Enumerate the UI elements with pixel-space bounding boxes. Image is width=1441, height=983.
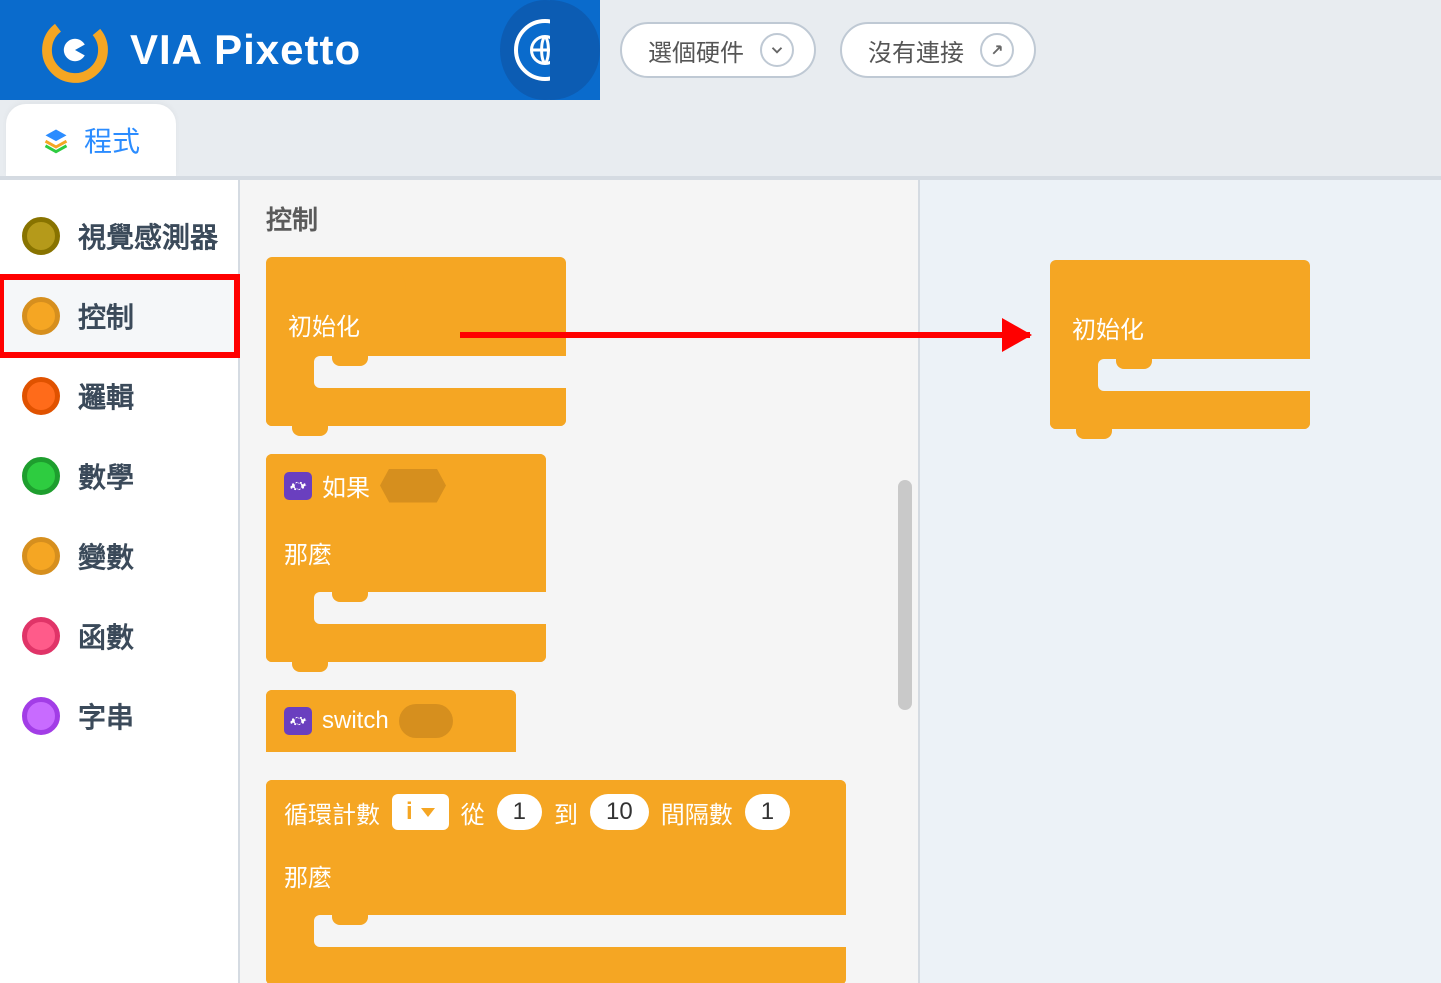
category-control[interactable]: 控制: [0, 276, 238, 356]
category-vision[interactable]: 視覺感測器: [0, 196, 238, 276]
category-swatch-icon: [22, 217, 60, 255]
category-function[interactable]: 函數: [0, 596, 238, 676]
layers-icon: [42, 126, 70, 154]
connection-label: 沒有連接: [868, 33, 964, 68]
then-label: 那麼: [284, 535, 332, 570]
brand-logo-icon: [40, 15, 110, 85]
category-swatch-icon: [22, 617, 60, 655]
category-swatch-icon: [22, 297, 60, 335]
block-for-loop[interactable]: 循環計數 i 從 1 到 10 間隔數 1 那麼: [266, 780, 846, 983]
header-controls: 選個硬件 沒有連接: [600, 0, 1441, 100]
category-math[interactable]: 數學: [0, 436, 238, 516]
block-switch[interactable]: switch: [266, 690, 516, 752]
category-label: 控制: [78, 296, 134, 336]
category-variable[interactable]: 變數: [0, 516, 238, 596]
block-initialize[interactable]: 初始化: [266, 257, 566, 426]
category-label: 數學: [78, 456, 134, 496]
category-swatch-icon: [22, 697, 60, 735]
gear-icon[interactable]: [284, 472, 312, 500]
brand-name: VIA Pixetto: [130, 26, 361, 74]
workspace-canvas[interactable]: 初始化: [920, 180, 1441, 983]
canvas-block-initialize[interactable]: 初始化: [1050, 260, 1310, 429]
category-label: 變數: [78, 536, 134, 576]
tab-bar: 程式: [0, 100, 1441, 180]
block-label: 初始化: [288, 314, 360, 341]
category-string[interactable]: 字串: [0, 676, 238, 756]
main-area: 視覺感測器控制邏輯數學變數函數字串 控制 初始化 如果 那麼: [0, 180, 1441, 983]
tab-code[interactable]: 程式: [6, 104, 176, 176]
from-label: 從: [461, 795, 485, 830]
category-label: 字串: [78, 696, 134, 736]
loop-variable-dropdown[interactable]: i: [392, 794, 449, 830]
block-if[interactable]: 如果 那麼: [266, 454, 546, 662]
caret-down-icon: [421, 808, 435, 817]
category-swatch-icon: [22, 457, 60, 495]
hardware-label: 選個硬件: [648, 33, 744, 68]
gear-icon[interactable]: [284, 707, 312, 735]
category-label: 視覺感測器: [78, 216, 218, 256]
boolean-slot[interactable]: [380, 469, 446, 503]
app-header: VIA Pixetto 選個硬件 沒有連接: [0, 0, 1441, 100]
loop-var: i: [406, 798, 413, 826]
connection-button[interactable]: 沒有連接: [840, 22, 1036, 78]
if-label: 如果: [322, 468, 370, 503]
tab-label: 程式: [84, 120, 140, 160]
block-label: 初始化: [1072, 317, 1144, 344]
step-label: 間隔數: [661, 795, 733, 830]
category-swatch-icon: [22, 537, 60, 575]
category-label: 邏輯: [78, 376, 134, 416]
step-input[interactable]: 1: [745, 794, 790, 830]
to-input[interactable]: 10: [590, 794, 649, 830]
chevron-down-icon: [760, 33, 794, 67]
loop-label: 循環計數: [284, 795, 380, 830]
drag-arrow-annotation: [460, 332, 1030, 338]
category-logic[interactable]: 邏輯: [0, 356, 238, 436]
to-label: 到: [554, 795, 578, 830]
palette-scrollbar[interactable]: [898, 480, 912, 710]
then-label: 那麼: [284, 858, 332, 893]
palette-title: 控制: [266, 200, 918, 237]
category-sidebar: 視覺感測器控制邏輯數學變數函數字串: [0, 180, 240, 983]
category-label: 函數: [78, 616, 134, 656]
switch-label: switch: [322, 707, 389, 735]
category-swatch-icon: [22, 377, 60, 415]
block-palette: 控制 初始化 如果 那麼: [240, 180, 920, 983]
value-slot[interactable]: [399, 704, 453, 738]
from-input[interactable]: 1: [497, 794, 542, 830]
hardware-selector[interactable]: 選個硬件: [620, 22, 816, 78]
expand-icon: [980, 33, 1014, 67]
